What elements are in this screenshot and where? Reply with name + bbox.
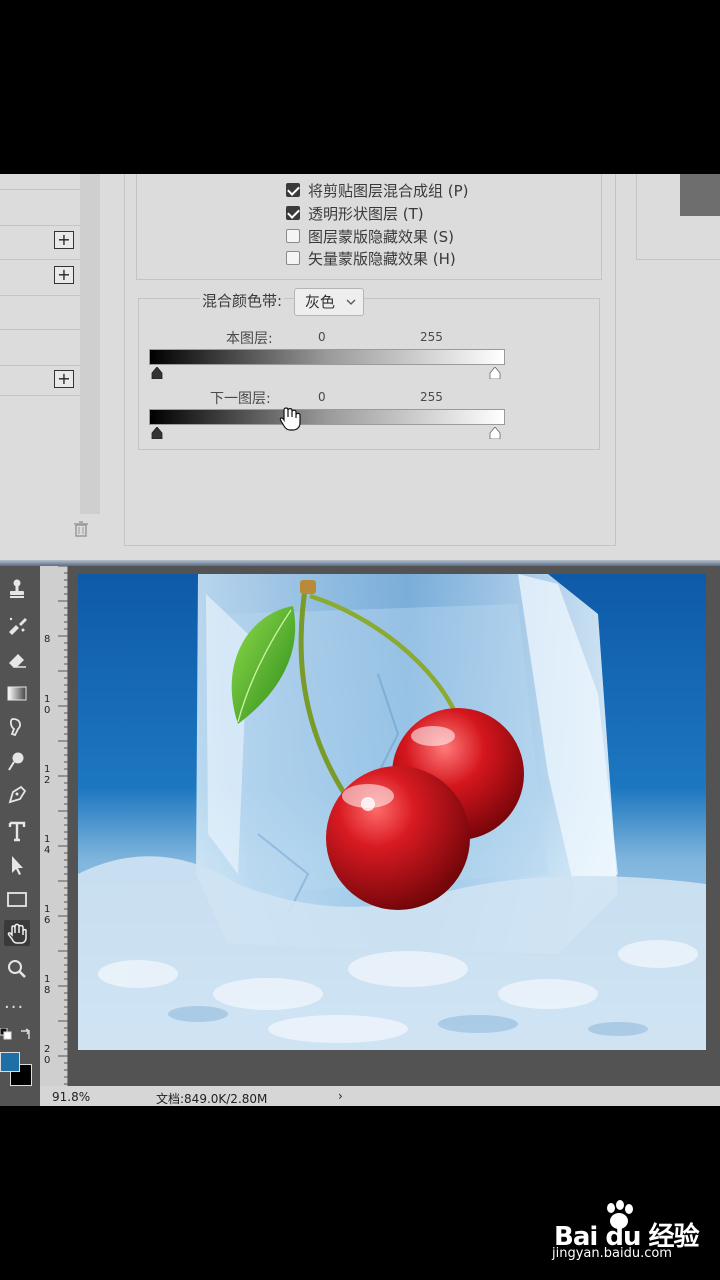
ruler-number: 1 6 bbox=[44, 904, 51, 926]
underlying-layer-max-value: 255 bbox=[420, 390, 443, 404]
ruler-number: 1 4 bbox=[44, 834, 51, 856]
trash-icon[interactable] bbox=[72, 520, 90, 538]
underlying-layer-gradient-bar bbox=[149, 409, 505, 425]
eraser-icon[interactable] bbox=[4, 646, 30, 672]
ruler-number: 1 2 bbox=[44, 764, 51, 786]
tools-panel: ... bbox=[0, 566, 40, 1106]
photoshop-workspace: ... 8 1 0 1 2 1 4 1 6 1 8 2 0 91.8% 文档:8… bbox=[0, 566, 720, 1106]
add-style-button[interactable]: + bbox=[54, 266, 74, 284]
foreground-color-swatch[interactable] bbox=[0, 1052, 20, 1072]
blend-if-value: 灰色 bbox=[305, 293, 336, 311]
ruler-number: 1 8 bbox=[44, 974, 51, 996]
underlying-layer-label: 下一图层: bbox=[210, 391, 271, 407]
style-list-item[interactable] bbox=[0, 190, 80, 226]
document-size-info: 文档:849.0K/2.80M bbox=[156, 1092, 268, 1106]
zoom-level-field[interactable]: 91.8% bbox=[52, 1090, 90, 1104]
dodge-icon[interactable] bbox=[4, 748, 30, 774]
underlying-layer-black-slider[interactable] bbox=[151, 427, 163, 439]
blend-if-select[interactable]: 灰色 bbox=[294, 288, 364, 316]
option-blend-clipped-layers[interactable]: 将剪贴图层混合成组 (P) bbox=[286, 180, 469, 200]
status-menu-arrow[interactable]: › bbox=[338, 1089, 343, 1103]
stamp-icon[interactable] bbox=[4, 576, 30, 602]
styles-scrollbar[interactable] bbox=[80, 174, 100, 514]
this-layer-white-slider[interactable] bbox=[489, 367, 501, 379]
zoom-icon[interactable] bbox=[4, 956, 30, 982]
checkbox[interactable] bbox=[286, 229, 300, 243]
hand-icon[interactable] bbox=[4, 920, 30, 946]
ruler-number: 1 0 bbox=[44, 694, 51, 716]
add-style-button[interactable]: + bbox=[54, 370, 74, 388]
underlying-layer-white-slider[interactable] bbox=[489, 427, 501, 439]
blend-if-label: 混合颜色带: bbox=[200, 290, 285, 311]
chevron-down-icon bbox=[346, 289, 356, 325]
ruler-number: 8 bbox=[44, 634, 51, 645]
type-icon[interactable] bbox=[4, 818, 30, 844]
style-preview-swatch bbox=[680, 174, 720, 216]
ruler-ticks bbox=[58, 566, 68, 1085]
styles-list-panel: + + + bbox=[0, 174, 102, 546]
document-canvas-area[interactable] bbox=[68, 566, 720, 1086]
option-label: 将剪贴图层混合成组 (P) bbox=[308, 181, 469, 200]
this-layer-label: 本图层: bbox=[226, 331, 273, 347]
add-style-button[interactable]: + bbox=[54, 231, 74, 249]
cherries-in-ice-image[interactable] bbox=[78, 574, 706, 1050]
checkbox[interactable] bbox=[286, 206, 300, 220]
rectangle-icon[interactable] bbox=[4, 886, 30, 912]
checkbox[interactable] bbox=[286, 183, 300, 197]
gradient-icon[interactable] bbox=[4, 680, 30, 706]
default-colors-icon[interactable] bbox=[0, 1028, 12, 1040]
option-vector-mask-hides-effects[interactable]: 矢量蒙版隐藏效果 (H) bbox=[286, 248, 456, 268]
layer-style-dialog: + + + 将剪贴图层混合成组 (P) 透明形状图层 (T) 图层蒙版隐藏效果 … bbox=[0, 174, 720, 564]
this-layer-gradient-bar bbox=[149, 349, 505, 365]
hand-cursor-icon bbox=[279, 407, 301, 431]
blur-icon[interactable] bbox=[4, 714, 30, 740]
this-layer-black-slider[interactable] bbox=[151, 367, 163, 379]
blend-if-group bbox=[138, 298, 600, 450]
underlying-layer-min-value: 0 bbox=[318, 390, 326, 404]
ruler-number: 2 0 bbox=[44, 1044, 51, 1066]
checkbox[interactable] bbox=[286, 251, 300, 265]
this-layer-min-value: 0 bbox=[318, 330, 326, 344]
style-list-item[interactable] bbox=[0, 296, 80, 330]
option-layer-mask-hides-effects[interactable]: 图层蒙版隐藏效果 (S) bbox=[286, 226, 454, 246]
vertical-ruler: 8 1 0 1 2 1 4 1 6 1 8 2 0 bbox=[40, 566, 68, 1086]
more-tools-button[interactable]: ... bbox=[4, 992, 24, 1013]
status-bar: 91.8% 文档:849.0K/2.80M › bbox=[40, 1086, 720, 1106]
pen-icon[interactable] bbox=[4, 782, 30, 808]
option-label: 透明形状图层 (T) bbox=[308, 204, 424, 223]
option-label: 图层蒙版隐藏效果 (S) bbox=[308, 227, 454, 246]
option-label: 矢量蒙版隐藏效果 (H) bbox=[308, 249, 456, 268]
watermark-url: jingyan.baidu.com bbox=[552, 1246, 672, 1261]
style-list-item[interactable] bbox=[0, 174, 80, 190]
healing-brush-icon[interactable] bbox=[4, 612, 30, 638]
path-select-icon[interactable] bbox=[4, 852, 30, 878]
style-list-item[interactable] bbox=[0, 330, 80, 366]
this-layer-max-value: 255 bbox=[420, 330, 443, 344]
baidu-jingyan-watermark: Bai du 经验 jingyan.baidu.com bbox=[550, 1200, 720, 1270]
swap-colors-icon[interactable] bbox=[18, 1028, 32, 1042]
option-transparency-shapes-layer[interactable]: 透明形状图层 (T) bbox=[286, 203, 424, 223]
